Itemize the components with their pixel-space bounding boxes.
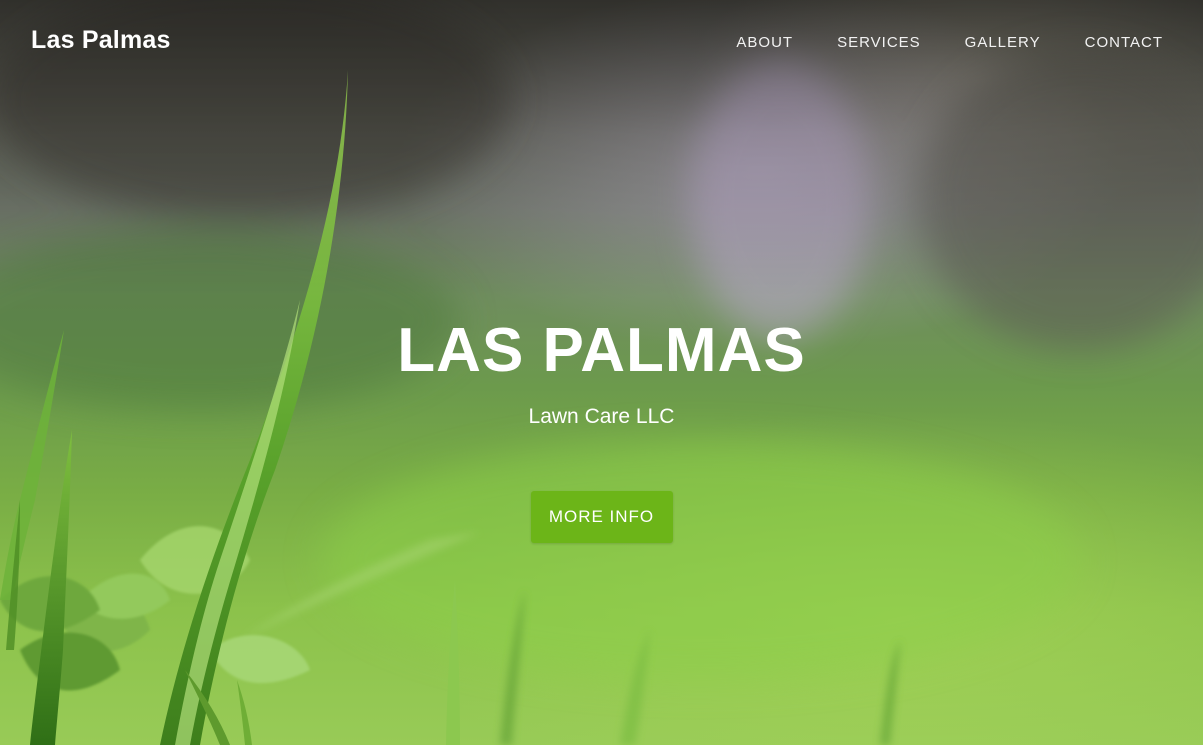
top-navbar: Las Palmas ABOUT SERVICES GALLERY CONTAC… (0, 0, 1203, 86)
nav-item-about: ABOUT (692, 34, 793, 51)
nav-item-contact: CONTACT (1041, 34, 1163, 51)
nav-link-contact[interactable]: CONTACT (1085, 34, 1163, 51)
brand-logo-link[interactable]: Las Palmas (31, 26, 171, 55)
nav-link-about[interactable]: ABOUT (736, 34, 793, 51)
nav-links: ABOUT SERVICES GALLERY CONTACT (692, 34, 1163, 51)
hero-section: Las Palmas ABOUT SERVICES GALLERY CONTAC… (0, 0, 1203, 745)
hero-subtitle: Lawn Care LLC (528, 405, 675, 428)
hero-content: LAS PALMAS Lawn Care LLC MORE INFO (0, 315, 1203, 543)
nav-item-services: SERVICES (793, 34, 921, 51)
more-info-button[interactable]: MORE INFO (530, 491, 673, 543)
nav-link-services[interactable]: SERVICES (837, 34, 921, 51)
nav-link-gallery[interactable]: GALLERY (965, 34, 1041, 51)
hero-title: LAS PALMAS (397, 316, 806, 385)
nav-item-gallery: GALLERY (921, 34, 1041, 51)
